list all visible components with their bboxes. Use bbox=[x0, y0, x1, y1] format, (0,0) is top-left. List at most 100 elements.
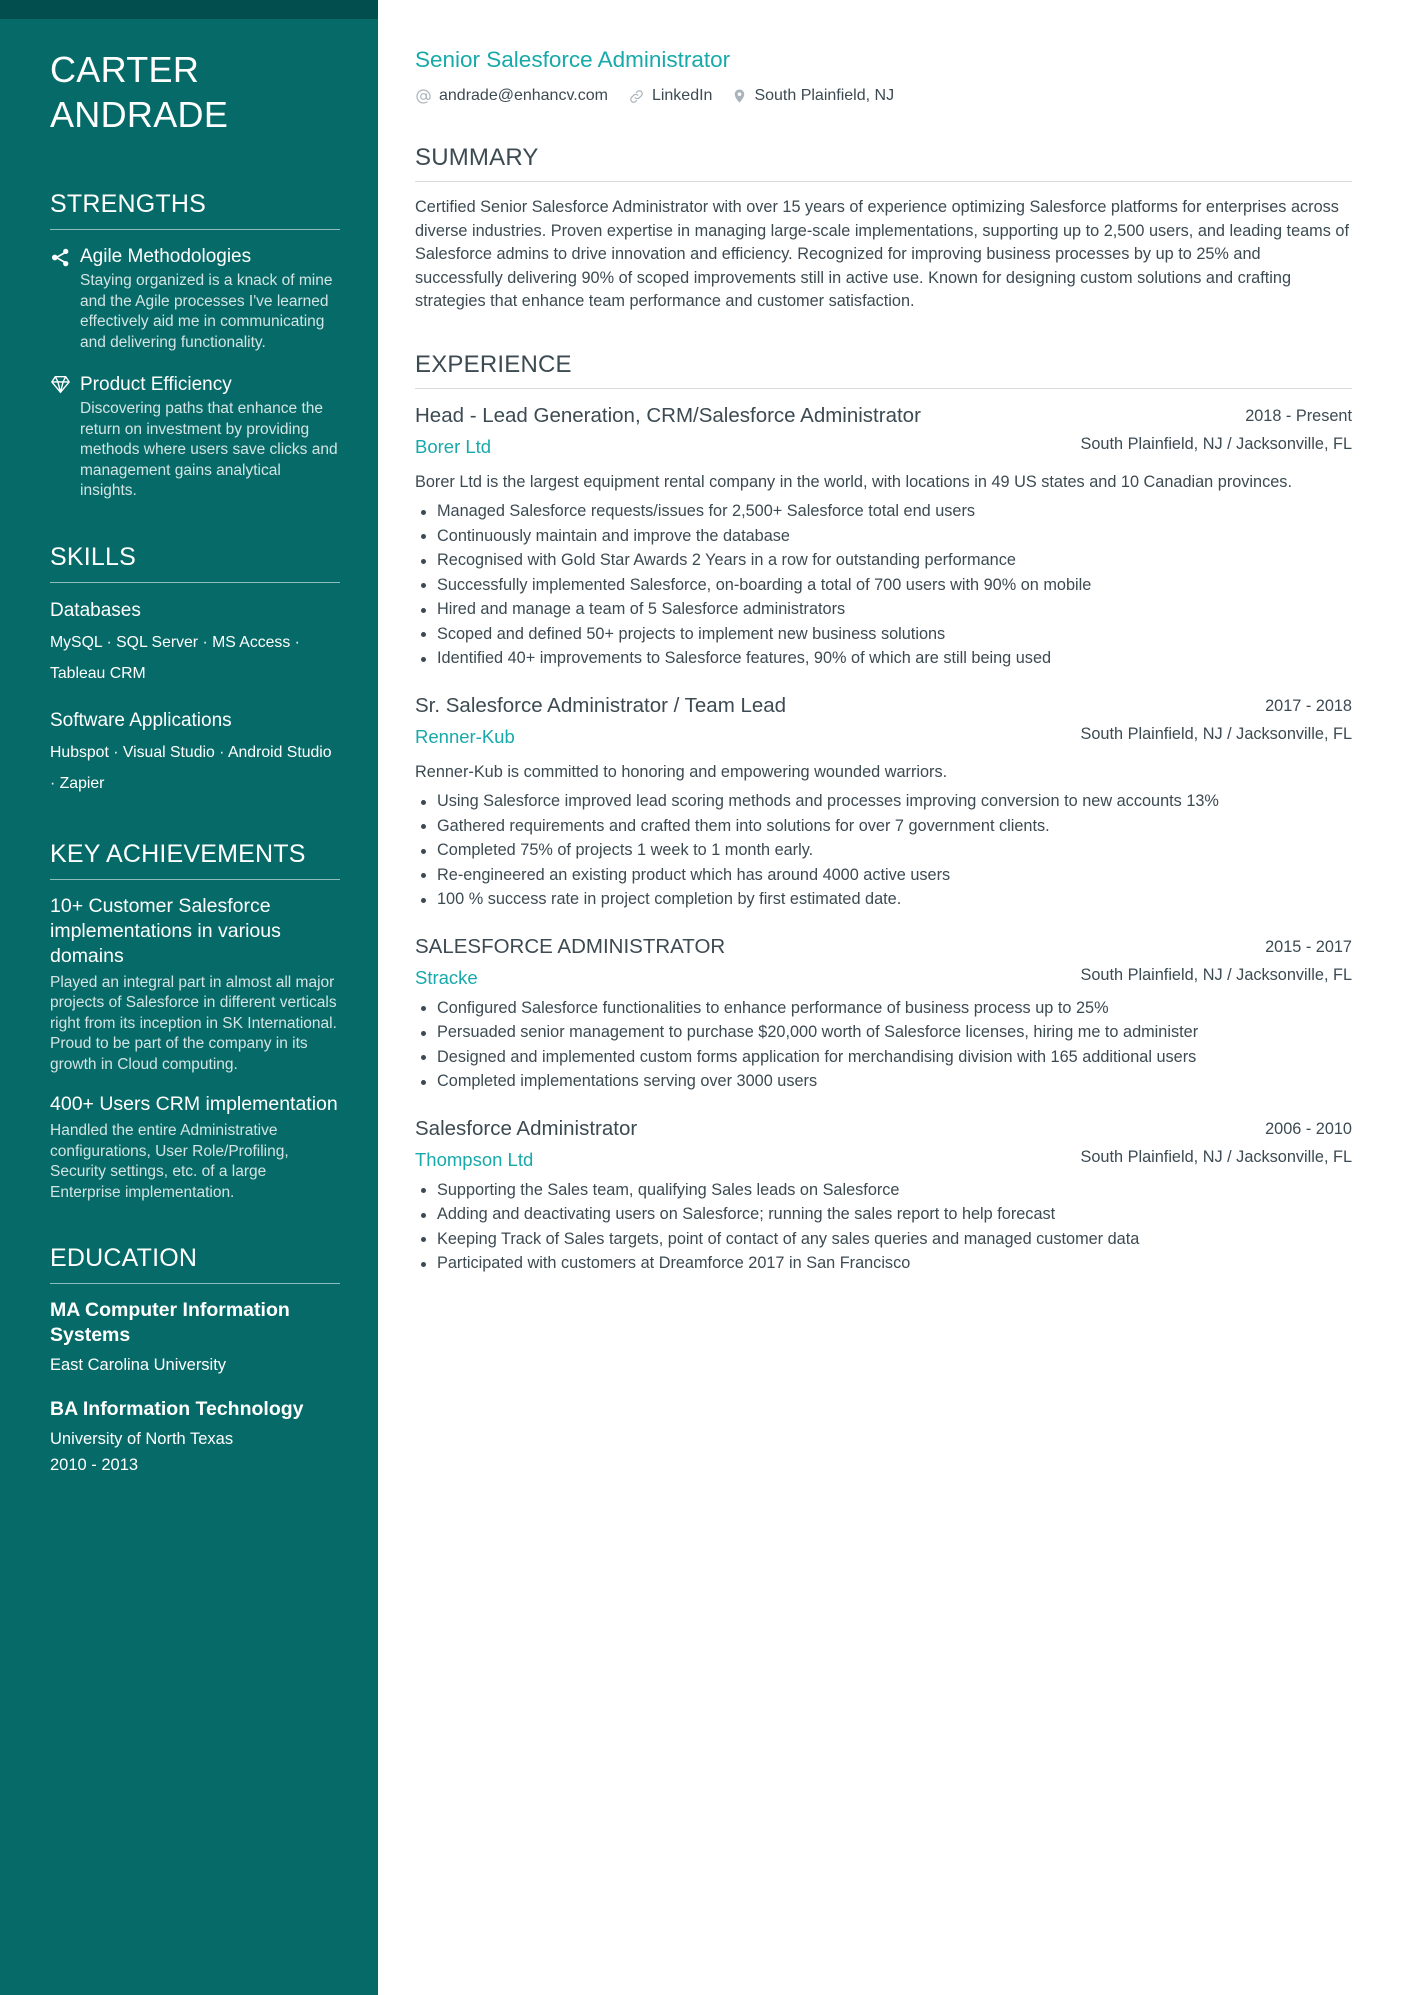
bullet-item: 100 % success rate in project completion… bbox=[415, 888, 1352, 912]
strength-item: Product Efficiency Discovering paths tha… bbox=[50, 372, 340, 502]
achievement-item: 400+ Users CRM implementation Handled th… bbox=[50, 1092, 340, 1203]
bullet-item: Re-engineered an existing product which … bbox=[415, 864, 1352, 888]
experience-company: Borer Ltd bbox=[415, 435, 492, 457]
strengths-section: STRENGTHS Agile Methodologies Staying or… bbox=[50, 189, 340, 502]
bullet-item: Identified 40+ improvements to Salesforc… bbox=[415, 647, 1352, 671]
skills-divider bbox=[50, 581, 340, 583]
education-heading: EDUCATION bbox=[50, 1244, 198, 1272]
education-degree: BA Information Technology bbox=[50, 1398, 304, 1420]
achievement-description: Handled the entire Administrative config… bbox=[50, 1122, 289, 1201]
experience-section: EXPERIENCE Head - Lead Generation, CRM/S… bbox=[415, 350, 1352, 1276]
bullet-item: Continuously maintain and improve the da… bbox=[415, 525, 1352, 549]
experience-company: Stracke bbox=[415, 966, 478, 988]
experience-dates: 2015 - 2017 bbox=[1265, 937, 1352, 956]
bullet-item: Recognised with Gold Star Awards 2 Years… bbox=[415, 549, 1352, 573]
achievements-heading: KEY ACHIEVEMENTS bbox=[50, 839, 306, 868]
share-icon bbox=[50, 244, 80, 268]
experience-location: South Plainfield, NJ / Jacksonville, FL bbox=[1080, 724, 1352, 743]
experience-bullets: Managed Salesforce requests/issues for 2… bbox=[415, 500, 1352, 671]
skill-group-name: Software Applications bbox=[50, 709, 232, 731]
bullet-item: Successfully implemented Salesforce, on-… bbox=[415, 574, 1352, 598]
bullet-item: Supporting the Sales team, qualifying Sa… bbox=[415, 1179, 1352, 1203]
strength-description: Discovering paths that enhance the retur… bbox=[80, 400, 338, 499]
achievement-title: 10+ Customer Salesforce implementations … bbox=[50, 894, 281, 967]
experience-entry: Sr. Salesforce Administrator / Team Lead… bbox=[415, 693, 1352, 912]
bullet-item: Persuaded senior management to purchase … bbox=[415, 1021, 1352, 1045]
education-section: EDUCATION MA Computer Information System… bbox=[50, 1243, 340, 1480]
candidate-name: CARTER ANDRADE bbox=[50, 0, 340, 137]
experience-blurb: Renner-Kub is committed to honoring and … bbox=[415, 762, 948, 781]
experience-role: Salesforce Administrator bbox=[415, 1116, 638, 1140]
skills-section: SKILLS Databases MySQL · SQL Server · MS… bbox=[50, 542, 340, 799]
at-icon bbox=[415, 88, 432, 105]
education-degree: MA Computer Information Systems bbox=[50, 1299, 290, 1346]
bullet-item: Using Salesforce improved lead scoring m… bbox=[415, 790, 1352, 814]
education-school: East Carolina University bbox=[50, 1356, 227, 1374]
summary-text: Certified Senior Salesforce Administrato… bbox=[415, 198, 1349, 310]
bullet-item: Keeping Track of Sales targets, point of… bbox=[415, 1228, 1352, 1252]
strengths-heading: STRENGTHS bbox=[50, 190, 206, 218]
main-content: Senior Salesforce Administrator andrade@… bbox=[378, 0, 1410, 1995]
experience-dates: 2017 - 2018 bbox=[1265, 696, 1352, 715]
achievements-section: KEY ACHIEVEMENTS 10+ Customer Salesforce… bbox=[50, 839, 340, 1204]
contact-row: andrade@enhancv.com LinkedIn South Plain… bbox=[415, 85, 1352, 107]
contact-linkedin[interactable]: LinkedIn bbox=[628, 85, 713, 107]
experience-entry: SALESFORCE ADMINISTRATOR 2015 - 2017 Str… bbox=[415, 934, 1352, 1094]
bullet-item: Adding and deactivating users on Salesfo… bbox=[415, 1203, 1352, 1227]
achievement-item: 10+ Customer Salesforce implementations … bbox=[50, 894, 340, 1076]
experience-entry: Head - Lead Generation, CRM/Salesforce A… bbox=[415, 403, 1352, 671]
experience-entry: Salesforce Administrator 2006 - 2010 Tho… bbox=[415, 1116, 1352, 1276]
resume-page: CARTER ANDRADE STRENGTHS Agile Methodolo… bbox=[0, 0, 1410, 1995]
sidebar: CARTER ANDRADE STRENGTHS Agile Methodolo… bbox=[0, 0, 378, 1995]
summary-section: SUMMARY Certified Senior Salesforce Admi… bbox=[415, 143, 1352, 314]
bullet-item: Hired and manage a team of 5 Salesforce … bbox=[415, 598, 1352, 622]
bullet-item: Participated with customers at Dreamforc… bbox=[415, 1252, 1352, 1276]
experience-role: SALESFORCE ADMINISTRATOR bbox=[415, 934, 726, 958]
strengths-divider bbox=[50, 229, 340, 230]
experience-company: Thompson Ltd bbox=[415, 1148, 534, 1170]
achievement-description: Played an integral part in almost all ma… bbox=[50, 973, 337, 1073]
experience-bullets: Using Salesforce improved lead scoring m… bbox=[415, 790, 1352, 912]
bullet-item: Designed and implemented custom forms ap… bbox=[415, 1046, 1352, 1070]
education-item: BA Information Technology University of … bbox=[50, 1397, 340, 1480]
skills-heading: SKILLS bbox=[50, 542, 136, 571]
experience-heading: EXPERIENCE bbox=[415, 350, 572, 378]
bullet-item: Scoped and defined 50+ projects to imple… bbox=[415, 623, 1352, 647]
bullet-item: Configured Salesforce functionalities to… bbox=[415, 997, 1352, 1021]
bullet-item: Gathered requirements and crafted them i… bbox=[415, 815, 1352, 839]
strength-title: Product Efficiency bbox=[80, 374, 232, 395]
education-item: MA Computer Information Systems East Car… bbox=[50, 1298, 340, 1377]
summary-divider bbox=[415, 181, 1352, 182]
skill-group-items: Hubspot · Visual Studio · Android Studio… bbox=[50, 743, 332, 792]
experience-bullets: Configured Salesforce functionalities to… bbox=[415, 997, 1352, 1094]
experience-location: South Plainfield, NJ / Jacksonville, FL bbox=[1080, 965, 1352, 984]
experience-dates: 2006 - 2010 bbox=[1265, 1119, 1352, 1138]
location-pin-icon bbox=[732, 87, 747, 105]
strength-title: Agile Methodologies bbox=[80, 246, 252, 267]
contact-location-text: South Plainfield, NJ bbox=[754, 87, 895, 104]
experience-dates: 2018 - Present bbox=[1245, 406, 1352, 425]
experience-role: Head - Lead Generation, CRM/Salesforce A… bbox=[415, 403, 921, 427]
experience-bullets: Supporting the Sales team, qualifying Sa… bbox=[415, 1179, 1352, 1276]
education-divider bbox=[50, 1283, 340, 1284]
experience-role: Sr. Salesforce Administrator / Team Lead bbox=[415, 693, 787, 717]
skill-group-name: Databases bbox=[50, 599, 141, 621]
experience-location: South Plainfield, NJ / Jacksonville, FL bbox=[1080, 1147, 1352, 1166]
bullet-item: Completed 75% of projects 1 week to 1 mo… bbox=[415, 839, 1352, 863]
link-icon bbox=[628, 88, 645, 105]
name-first: CARTER bbox=[50, 49, 200, 90]
bullet-item: Managed Salesforce requests/issues for 2… bbox=[415, 500, 1352, 524]
diamond-icon bbox=[50, 372, 80, 394]
strength-description: Staying organized is a knack of mine and… bbox=[80, 272, 333, 351]
strength-item: Agile Methodologies Staying organized is… bbox=[50, 244, 340, 353]
contact-location: South Plainfield, NJ bbox=[732, 85, 894, 107]
skill-group: Databases MySQL · SQL Server · MS Access… bbox=[50, 597, 340, 689]
education-dates: 2010 - 2013 bbox=[50, 1456, 139, 1474]
experience-blurb: Borer Ltd is the largest equipment renta… bbox=[415, 472, 1292, 491]
contact-email[interactable]: andrade@enhancv.com bbox=[415, 85, 608, 107]
skill-group-items: MySQL · SQL Server · MS Access · Tableau… bbox=[50, 633, 300, 682]
sidebar-top-band bbox=[0, 0, 378, 19]
contact-linkedin-text: LinkedIn bbox=[651, 87, 713, 104]
achievements-divider bbox=[50, 878, 340, 880]
headline-job-title: Senior Salesforce Administrator bbox=[415, 47, 731, 72]
